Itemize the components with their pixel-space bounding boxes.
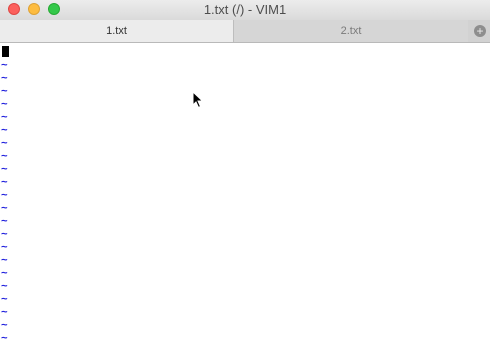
tilde-line: ~ [1, 266, 8, 279]
tilde-line: ~ [1, 214, 8, 227]
tilde-line: ~ [1, 123, 8, 136]
tilde-line: ~ [1, 292, 8, 305]
tilde-line: ~ [1, 175, 8, 188]
new-tab-button[interactable]: + [474, 25, 486, 37]
tilde-line: ~ [1, 240, 8, 253]
tilde-line: ~ [1, 305, 8, 318]
tilde-line: ~ [1, 162, 8, 175]
text-cursor [2, 46, 9, 57]
tilde-line: ~ [1, 149, 8, 162]
title-bar: 1.txt (/) - VIM1 [0, 0, 490, 20]
tab-1-txt[interactable]: 1.txt [0, 20, 234, 42]
tilde-line: ~ [1, 227, 8, 240]
tab-bar: 1.txt 2.txt + [0, 20, 490, 43]
tilde-line: ~ [1, 136, 8, 149]
vim-editor-area[interactable]: ~ ~ ~ ~ ~ ~ ~ ~ ~ ~ ~ ~ ~ ~ ~ ~ ~ ~ ~ ~ ~ ~ [0, 43, 490, 346]
tilde-line: ~ [1, 97, 8, 110]
mouse-pointer-icon [192, 91, 204, 109]
window-title: 1.txt (/) - VIM1 [203, 2, 287, 17]
empty-line-markers: ~ ~ ~ ~ ~ ~ ~ ~ ~ ~ ~ ~ ~ ~ ~ ~ ~ ~ ~ ~ ~ ~ [1, 58, 8, 344]
tilde-line: ~ [1, 58, 8, 71]
tilde-line: ~ [1, 253, 8, 266]
tab-2-txt[interactable]: 2.txt [234, 20, 468, 42]
tilde-line: ~ [1, 188, 8, 201]
tilde-line: ~ [1, 318, 8, 331]
tilde-line: ~ [1, 84, 8, 97]
tilde-line: ~ [1, 279, 8, 292]
tilde-line: ~ [1, 201, 8, 214]
tilde-line: ~ [1, 71, 8, 84]
tilde-line: ~ [1, 110, 8, 123]
tilde-line: ~ [1, 331, 8, 344]
